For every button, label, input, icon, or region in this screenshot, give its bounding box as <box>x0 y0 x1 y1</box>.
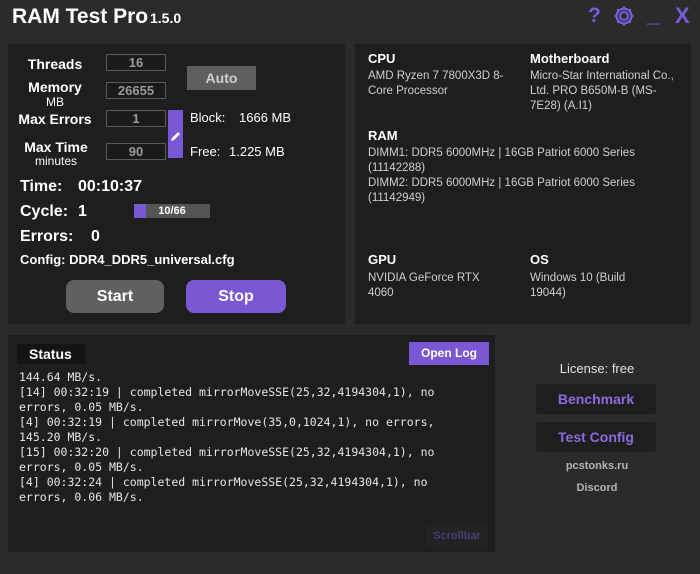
open-log-button[interactable]: Open Log <box>409 342 489 365</box>
cycle-value: 1 <box>78 203 87 220</box>
site-link[interactable]: pcstonks.ru <box>536 460 658 472</box>
errors-label: Errors: <box>20 228 74 245</box>
log-line: [4] 00:32:24 | completed mirrorMoveSSE(2… <box>19 475 428 489</box>
memory-unit: MB <box>46 95 64 109</box>
minimize-button[interactable]: _ <box>647 2 659 28</box>
start-button[interactable]: Start <box>66 280 164 313</box>
test-config-button[interactable]: Test Config <box>536 422 656 452</box>
discord-link[interactable]: Discord <box>536 482 658 494</box>
app-version: 1.5.0 <box>150 10 182 26</box>
ram-label: RAM <box>368 128 398 143</box>
ram-dimm1: DIMM1: DDR5 6000MHz | 16GB Patriot 6000 … <box>368 147 635 174</box>
status-title: Status <box>17 344 85 364</box>
stop-button[interactable]: Stop <box>186 280 286 313</box>
log-line: [4] 00:32:19 | completed mirrorMove(35,0… <box>19 415 435 429</box>
auto-button[interactable]: Auto <box>187 66 256 90</box>
app-title: RAM Test Pro <box>12 5 149 28</box>
log-line: [14] 00:32:19 | completed mirrorMoveSSE(… <box>19 385 435 399</box>
gpu-value: NVIDIA GeForce RTX 4060 <box>368 272 480 299</box>
free-value: 1.225 MB <box>229 144 285 159</box>
benchmark-button[interactable]: Benchmark <box>536 384 656 414</box>
motherboard-label: Motherboard <box>530 51 610 66</box>
os-label: OS <box>530 252 549 267</box>
max-time-label: Max Time <box>24 139 88 155</box>
log-line: 145.20 MB/s. <box>19 430 103 444</box>
errors-value: 0 <box>91 228 100 245</box>
os-value: Windows 10 (Build 19044) <box>530 272 626 299</box>
memory-input[interactable]: 26655 <box>106 82 166 99</box>
memory-label: Memory <box>28 79 82 95</box>
cycle-label: Cycle: <box>20 203 69 220</box>
max-time-input[interactable]: 90 <box>106 143 166 160</box>
close-button[interactable]: X <box>675 3 690 29</box>
threads-label: Threads <box>27 56 83 72</box>
pencil-icon <box>171 132 180 141</box>
edit-button[interactable] <box>168 110 183 158</box>
ram-dimm2: DIMM2: DDR5 6000MHz | 16GB Patriot 6000 … <box>368 177 635 204</box>
cpu-label: CPU <box>368 51 396 66</box>
cpu-value: AMD Ryzen 7 7800X3D 8-Core Processor <box>368 70 504 97</box>
time-label: Time: <box>20 178 63 195</box>
threads-input[interactable]: 16 <box>106 54 166 71</box>
log-line: errors, 0.05 MB/s. <box>19 400 144 414</box>
log-line: errors, 0.05 MB/s. <box>19 460 144 474</box>
gear-icon[interactable] <box>612 4 636 28</box>
time-value: 00:10:37 <box>78 178 143 195</box>
cycle-progress-text: 10/66 <box>158 205 186 217</box>
motherboard-value: Micro-Star International Co., Ltd. PRO B… <box>530 70 674 112</box>
log-line: errors, 0.06 MB/s. <box>19 490 144 504</box>
max-errors-label: Max Errors <box>18 111 92 127</box>
config-file: Config: DDR4_DDR5_universal.cfg <box>20 252 235 267</box>
status-log: 144.64 MB/s. [14] 00:32:19 | completed mi… <box>19 370 435 505</box>
max-time-unit: minutes <box>34 154 78 168</box>
help-icon[interactable]: ? <box>588 4 601 28</box>
log-line: [15] 00:32:20 | completed mirrorMoveSSE(… <box>19 445 435 459</box>
cycle-progress-bar: 10/66 <box>134 204 210 218</box>
block-label: Block: <box>190 110 226 125</box>
free-label: Free: <box>190 144 221 159</box>
max-errors-input[interactable]: 1 <box>106 110 166 127</box>
scrollbar[interactable]: Scrollbar <box>426 524 488 548</box>
block-value: 1666 MB <box>239 110 292 125</box>
log-line: 144.64 MB/s. <box>19 370 103 384</box>
license-text: License: free <box>559 361 635 376</box>
gpu-label: GPU <box>368 252 397 267</box>
